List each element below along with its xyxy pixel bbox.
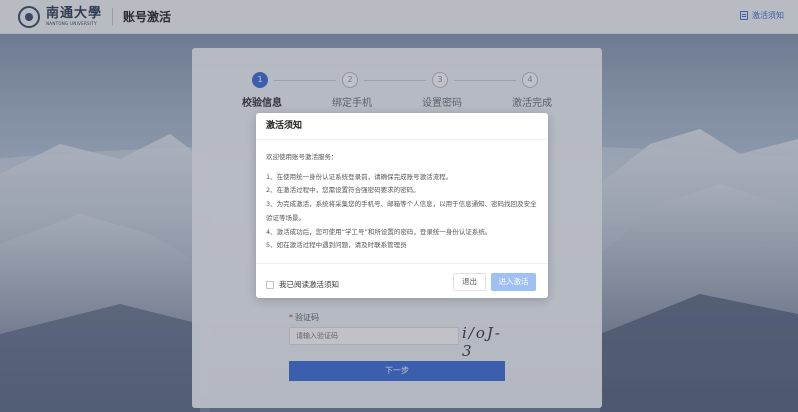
notice-item: 3、为完成激活，系统将采集您的手机号、邮箱等个人信息，以用于信息通知、密码找回及…: [266, 200, 537, 222]
dialog-body: 欢迎使用账号激活服务： 1、在使用统一身份认证系统登录前，请确保完成账号激活流程…: [256, 140, 548, 253]
notice-item: 2、在激活过程中，您需设置符合强密码要求的密码。: [266, 186, 420, 195]
enter-activation-button[interactable]: 进入激活: [491, 273, 536, 291]
read-notice-label: 我已阅读激活须知: [279, 280, 339, 289]
notice-item: 1、在使用统一身份认证系统登录前，请确保完成账号激活流程。: [266, 172, 453, 181]
exit-button[interactable]: 退出: [453, 273, 486, 291]
notice-item: 4、激活成功后，您可使用“学工号”和所设置的密码，登录统一身份认证系统。: [266, 227, 492, 236]
activation-notice-dialog: 激活须知 欢迎使用账号激活服务： 1、在使用统一身份认证系统登录前，请确保完成账…: [256, 113, 548, 298]
dialog-title: 激活须知: [256, 113, 548, 140]
checkbox-icon[interactable]: [266, 280, 274, 289]
read-notice-checkbox[interactable]: 我已阅读激活须知: [266, 279, 339, 290]
dialog-footer: 我已阅读激活须知 退出 进入激活: [256, 263, 548, 298]
notice-item: 5、如在激活过程中遇到问题，请及时联系管理员: [266, 241, 407, 250]
dialog-intro: 欢迎使用账号激活服务：: [266, 153, 338, 161]
